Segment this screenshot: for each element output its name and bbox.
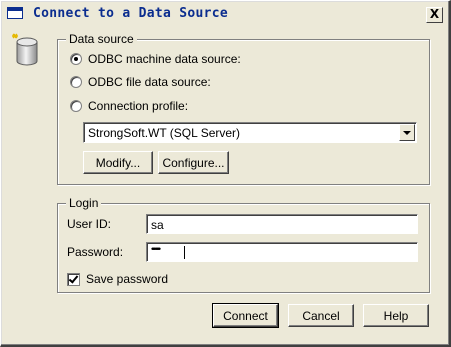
chevron-down-icon[interactable] [399,124,415,141]
data-source-group-label: Data source [66,32,137,46]
radio-button[interactable] [70,76,82,88]
connect-dialog: Connect to a Data Source X Data source O… [0,0,451,347]
title-bar[interactable]: Connect to a Data Source X [3,3,447,25]
connect-button-label: Connect [223,309,268,323]
profile-select[interactable]: StrongSoft.WT (SQL Server) [83,122,417,143]
data-source-group: Data source ODBC machine data source: OD… [57,32,430,185]
radio-button-selected[interactable] [70,53,82,65]
close-button[interactable]: X [426,7,443,23]
configure-button[interactable]: Configure... [158,151,229,174]
help-button[interactable]: Help [363,304,429,327]
help-button-label: Help [383,309,409,323]
odbc-file-label: ODBC file data source: [88,75,211,89]
cancel-button-label: Cancel [302,309,340,323]
window-title: Connect to a Data Source [33,6,229,21]
save-password-checkbox-row[interactable]: Save password [67,272,227,288]
radio-button[interactable] [70,100,82,112]
save-password-checkbox[interactable] [67,273,80,286]
save-password-label: Save password [86,272,169,286]
user-id-label: User ID: [67,217,112,231]
connect-button[interactable]: Connect [212,303,279,328]
database-icon [12,33,38,66]
password-field[interactable]: ••••••• [146,242,418,262]
login-group-label: Login [66,196,102,210]
odbc-machine-label: ODBC machine data source: [88,52,241,66]
profile-select-value: StrongSoft.WT (SQL Server) [88,126,241,140]
user-id-field[interactable]: sa [146,214,418,234]
cancel-button[interactable]: Cancel [288,304,354,327]
password-label: Password: [67,245,124,259]
modify-button[interactable]: Modify... [83,151,153,174]
modify-button-label: Modify... [95,156,141,170]
user-id-value: sa [151,218,164,232]
configure-button-label: Configure... [162,156,225,170]
window-icon[interactable] [7,7,23,19]
login-group: Login User ID: sa Password: ••••••• Save… [57,196,430,293]
connection-profile-label: Connection profile: [88,99,189,113]
password-mask: ••••••• [151,244,161,254]
text-caret [184,246,185,259]
